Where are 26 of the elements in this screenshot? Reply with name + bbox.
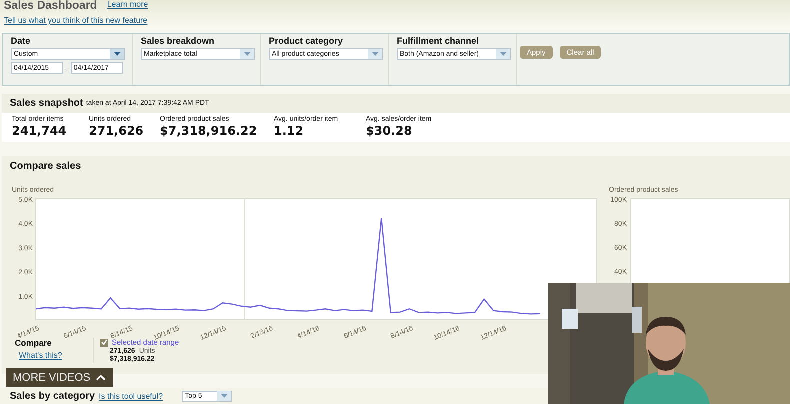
caret-down-icon	[500, 52, 506, 56]
more-videos-button[interactable]: MORE VIDEOS	[6, 368, 113, 387]
metric-value: 241,744	[12, 124, 68, 138]
section-title: Sales snapshot	[10, 98, 84, 109]
feedback-link[interactable]: Tell us what you think of this new feature	[4, 15, 790, 27]
filter-label: Product category	[269, 36, 344, 47]
metric-value: 1.12	[274, 124, 305, 138]
series-checkbox[interactable]	[100, 338, 108, 346]
legend-title: Compare	[15, 338, 53, 348]
filter-label: Fulfillment channel	[397, 36, 480, 47]
help-link[interactable]: What's this?	[15, 351, 93, 360]
section-title: Sales by category	[10, 390, 96, 402]
caret-down-icon	[114, 52, 120, 56]
caret-down-icon	[372, 52, 378, 56]
feedback-link[interactable]: Is this tool useful?	[99, 392, 164, 400]
metric-value: $30.28	[366, 124, 414, 138]
chevron-up-icon	[96, 374, 106, 381]
section-title: Compare sales	[9, 160, 82, 173]
page-title: Sales Dashboard	[4, 0, 98, 13]
learn-more-link[interactable]: Learn more	[107, 0, 148, 9]
caret-down-icon	[220, 394, 228, 398]
filter-label: Date	[11, 36, 32, 47]
metric-value: $7,318,916.22	[160, 124, 258, 138]
metric-value: 271,626	[89, 124, 145, 138]
caret-down-icon	[244, 52, 250, 56]
filter-label: Sales breakdown	[141, 36, 216, 47]
